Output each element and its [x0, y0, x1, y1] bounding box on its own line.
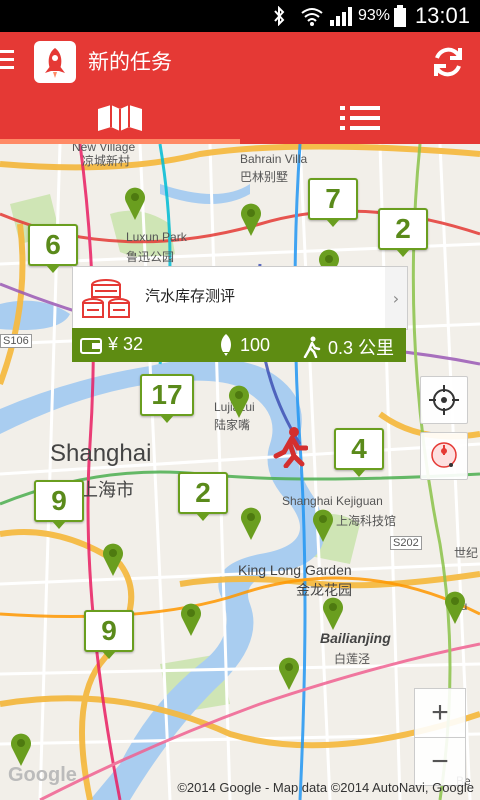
task-pin-icon[interactable]	[102, 542, 124, 576]
clock: 13:01	[414, 3, 470, 28]
popup-task-title: 汽水库存测评	[145, 287, 236, 305]
map-label: Bailianjing	[320, 630, 391, 646]
task-pin-icon[interactable]	[322, 596, 344, 630]
task-cluster-marker[interactable]: 9	[34, 480, 84, 529]
road-shield: S202	[390, 536, 422, 550]
points-stat: 100	[218, 334, 270, 356]
task-cluster-marker[interactable]: 4	[334, 428, 384, 477]
hamburger-icon[interactable]	[0, 50, 14, 72]
layer-button[interactable]	[420, 432, 468, 480]
rocket-icon	[221, 334, 231, 356]
task-cluster-marker[interactable]: 6	[28, 224, 78, 273]
task-pin-icon[interactable]	[124, 186, 146, 220]
task-pin-icon[interactable]	[180, 602, 202, 636]
user-location-icon	[273, 427, 308, 468]
tab-list[interactable]	[240, 92, 480, 144]
task-cluster-marker[interactable]: 2	[178, 472, 228, 521]
task-pin-icon[interactable]	[444, 590, 466, 624]
road-shield: S106	[0, 334, 32, 348]
status-bar: 93% 13:01	[0, 0, 480, 32]
map-label: 上海市	[80, 480, 134, 500]
refresh-icon[interactable]	[430, 44, 466, 80]
locate-button[interactable]	[420, 376, 468, 424]
battery-percent: 93%	[357, 7, 390, 24]
task-pin-icon[interactable]	[278, 656, 300, 690]
crosshair-icon	[429, 385, 459, 415]
task-cluster-marker[interactable]: 7	[308, 178, 358, 227]
map-label: 白莲泾	[334, 652, 371, 666]
map-label: 巴林别墅	[240, 170, 289, 184]
zoom-controls: + −	[414, 688, 466, 786]
map-label: 凉城新村	[82, 154, 131, 168]
map-label: 鲁迅公园	[126, 250, 175, 264]
zoom-out-button[interactable]: −	[415, 738, 465, 786]
map-copyright: ©2014 Google - Map data ©2014 AutoNavi, …	[177, 780, 474, 795]
reward-value: ¥ 32	[108, 334, 144, 354]
wallet-icon	[80, 337, 102, 354]
stock-boxes-icon	[82, 279, 130, 318]
page-title: 新的任务	[88, 50, 172, 74]
map-view[interactable]: New Village 凉城新村 Bahrain Villa 巴林别墅 Luxu…	[0, 144, 480, 800]
map-label: 上海科技馆	[336, 514, 397, 528]
task-pin-icon[interactable]	[240, 202, 262, 236]
google-logo: Google	[8, 764, 77, 786]
tab-bar	[0, 92, 480, 144]
task-pin-icon[interactable]	[312, 508, 334, 542]
map-label: King Long Garden	[238, 562, 352, 578]
task-popup[interactable]: 汽水库存测评 › ¥ 32 100 0.3 公里	[72, 266, 408, 366]
tab-map[interactable]	[0, 92, 240, 144]
map-label: Luxun Park	[126, 230, 187, 244]
distance-stat: 0.3 公里	[302, 334, 394, 360]
task-cluster-marker[interactable]: 9	[84, 610, 134, 659]
chevron-right-icon[interactable]: ›	[385, 267, 407, 329]
map-label: 世纪	[454, 546, 479, 560]
task-pin-icon[interactable]	[228, 384, 250, 418]
layer-pin-icon	[431, 442, 457, 468]
popup-header: 汽水库存测评 ›	[72, 266, 408, 330]
task-cluster-marker[interactable]: 2	[378, 208, 428, 257]
map-label: 陆家嘴	[214, 418, 251, 432]
map-label: Shanghai	[50, 440, 152, 467]
reward-stat: ¥ 32	[80, 334, 143, 355]
map-icon	[98, 105, 142, 131]
rocket-icon	[45, 48, 65, 78]
bluetooth-icon	[274, 6, 285, 26]
app-bar: 新的任务	[0, 32, 480, 92]
walking-icon	[303, 336, 321, 358]
task-cluster-marker[interactable]: 17	[140, 374, 194, 423]
popup-stats: ¥ 32 100 0.3 公里	[72, 328, 406, 362]
task-pin-icon[interactable]	[240, 506, 262, 540]
list-icon	[340, 106, 380, 130]
signal-icon	[330, 7, 352, 26]
distance-value: 0.3 公里	[328, 338, 395, 358]
map-label: Shanghai Kejiguan	[282, 494, 383, 508]
zoom-in-button[interactable]: +	[415, 689, 465, 738]
app-logo	[34, 41, 76, 83]
battery-icon	[394, 5, 406, 27]
wifi-icon	[301, 8, 323, 26]
task-pin-icon[interactable]	[10, 732, 32, 766]
points-value: 100	[240, 334, 271, 355]
map-label: Bahrain Villa	[240, 152, 308, 166]
